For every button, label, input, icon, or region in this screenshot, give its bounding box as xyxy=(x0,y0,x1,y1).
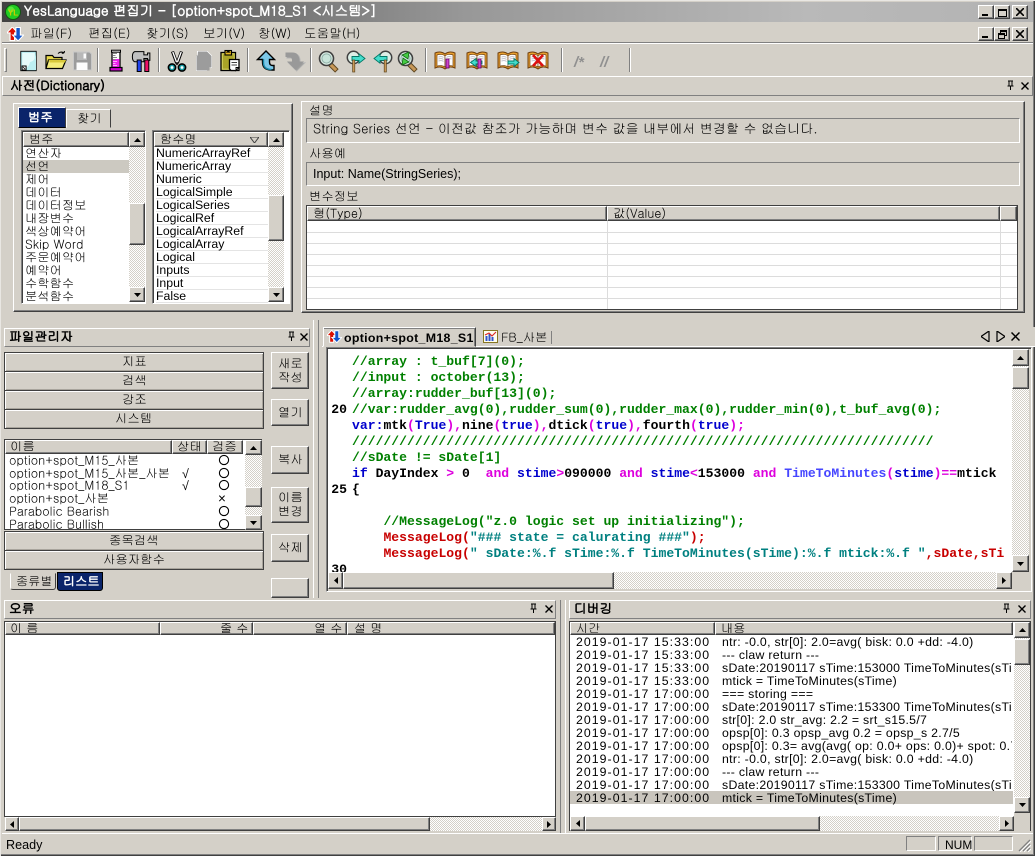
svg-text://: // xyxy=(599,54,610,71)
svg-text:/*: /* xyxy=(573,54,585,71)
svg-text:YL: YL xyxy=(8,9,18,18)
